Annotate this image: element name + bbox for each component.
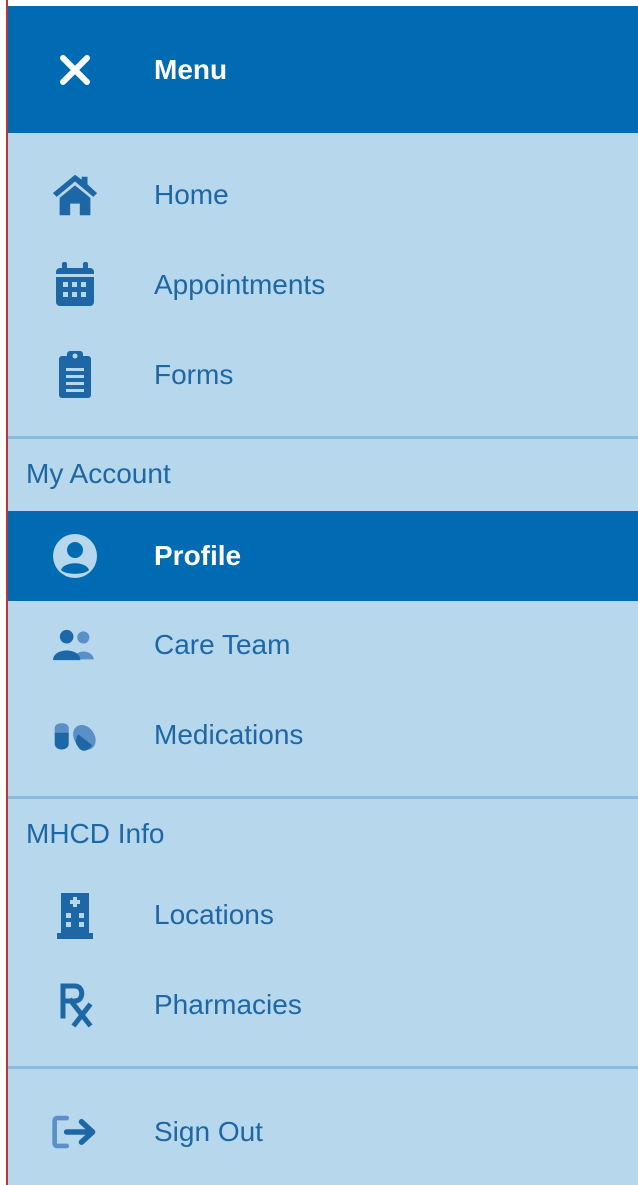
menu-title: Menu <box>154 53 228 85</box>
nav-item-appointments[interactable]: Appointments <box>8 240 638 330</box>
nav-item-label: Home <box>154 179 229 210</box>
section-title-mhcd-info: MHCD Info <box>26 818 165 849</box>
users-icon <box>50 620 100 670</box>
nav-item-locations[interactable]: Locations <box>8 870 638 960</box>
nav-item-label: Locations <box>154 899 274 930</box>
pills-icon <box>50 710 100 760</box>
left-edge-border <box>0 0 8 1185</box>
section-title-my-account: My Account <box>26 458 171 489</box>
nav-item-medications[interactable]: Medications <box>8 690 638 780</box>
prescription-icon <box>50 980 100 1030</box>
nav-item-label: Forms <box>154 359 234 390</box>
calendar-icon <box>50 260 100 310</box>
nav-item-forms[interactable]: Forms <box>8 330 638 420</box>
section-divider <box>8 436 638 439</box>
nav-item-profile[interactable]: Profile <box>8 511 638 601</box>
clipboard-icon <box>50 350 100 400</box>
nav-item-label: Pharmacies <box>154 989 302 1020</box>
section-divider <box>8 796 638 799</box>
menu-header: Menu <box>8 6 638 133</box>
navigation-drawer: Menu Home Appointments Forms My Account … <box>0 0 638 1185</box>
sign-out-icon <box>50 1107 100 1157</box>
sign-out-label: Sign Out <box>154 1116 263 1147</box>
close-icon[interactable] <box>50 45 100 95</box>
top-border <box>0 0 638 6</box>
sign-out-button[interactable]: Sign Out <box>8 1086 638 1178</box>
home-icon <box>50 170 100 220</box>
nav-item-label: Care Team <box>154 629 291 660</box>
nav-item-pharmacies[interactable]: Pharmacies <box>8 960 638 1050</box>
nav-item-label: Appointments <box>154 269 326 300</box>
section-divider <box>8 1066 638 1069</box>
user-circle-icon <box>50 531 100 581</box>
nav-item-care-team[interactable]: Care Team <box>8 600 638 690</box>
nav-item-home[interactable]: Home <box>8 150 638 240</box>
nav-item-label: Medications <box>154 719 304 750</box>
hospital-building-icon <box>50 890 100 940</box>
nav-item-label: Profile <box>154 540 242 571</box>
